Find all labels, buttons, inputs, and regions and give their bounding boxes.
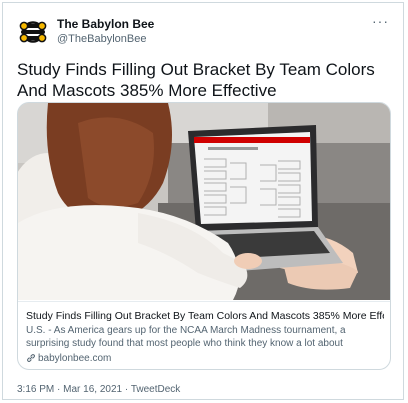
card-description: U.S. - As America gears up for the NCAA … <box>26 325 346 349</box>
link-preview-card[interactable]: Study Finds Filling Out Bracket By Team … <box>17 102 391 370</box>
bee-logo-icon[interactable] <box>17 15 49 47</box>
card-domain: babylonbee.com <box>26 353 111 364</box>
tweet-date[interactable]: Mar 16, 2021 <box>63 384 122 395</box>
card-domain-text: babylonbee.com <box>38 353 112 364</box>
tweet-source[interactable]: TweetDeck <box>131 384 180 395</box>
meta-separator-2: · <box>124 384 129 395</box>
card-image <box>18 103 390 300</box>
card-title: Study Finds Filling Out Bracket By Team … <box>26 310 384 322</box>
tweet-time[interactable]: 3:16 PM <box>17 384 54 395</box>
more-options-icon[interactable]: ··· <box>372 13 389 29</box>
meta-separator: · <box>57 384 61 395</box>
card-info: Study Finds Filling Out Bracket By Team … <box>18 301 390 369</box>
author-name[interactable]: The Babylon Bee <box>57 17 154 31</box>
link-icon <box>27 354 35 363</box>
tweet-card[interactable]: The Babylon Bee @TheBabylonBee ··· Study… <box>2 2 404 400</box>
author-handle[interactable]: @TheBabylonBee <box>57 33 146 45</box>
tweet-meta: 3:16 PM · Mar 16, 2021 · TweetDeck <box>17 384 180 395</box>
tweet-text: Study Finds Filling Out Bracket By Team … <box>17 60 375 100</box>
